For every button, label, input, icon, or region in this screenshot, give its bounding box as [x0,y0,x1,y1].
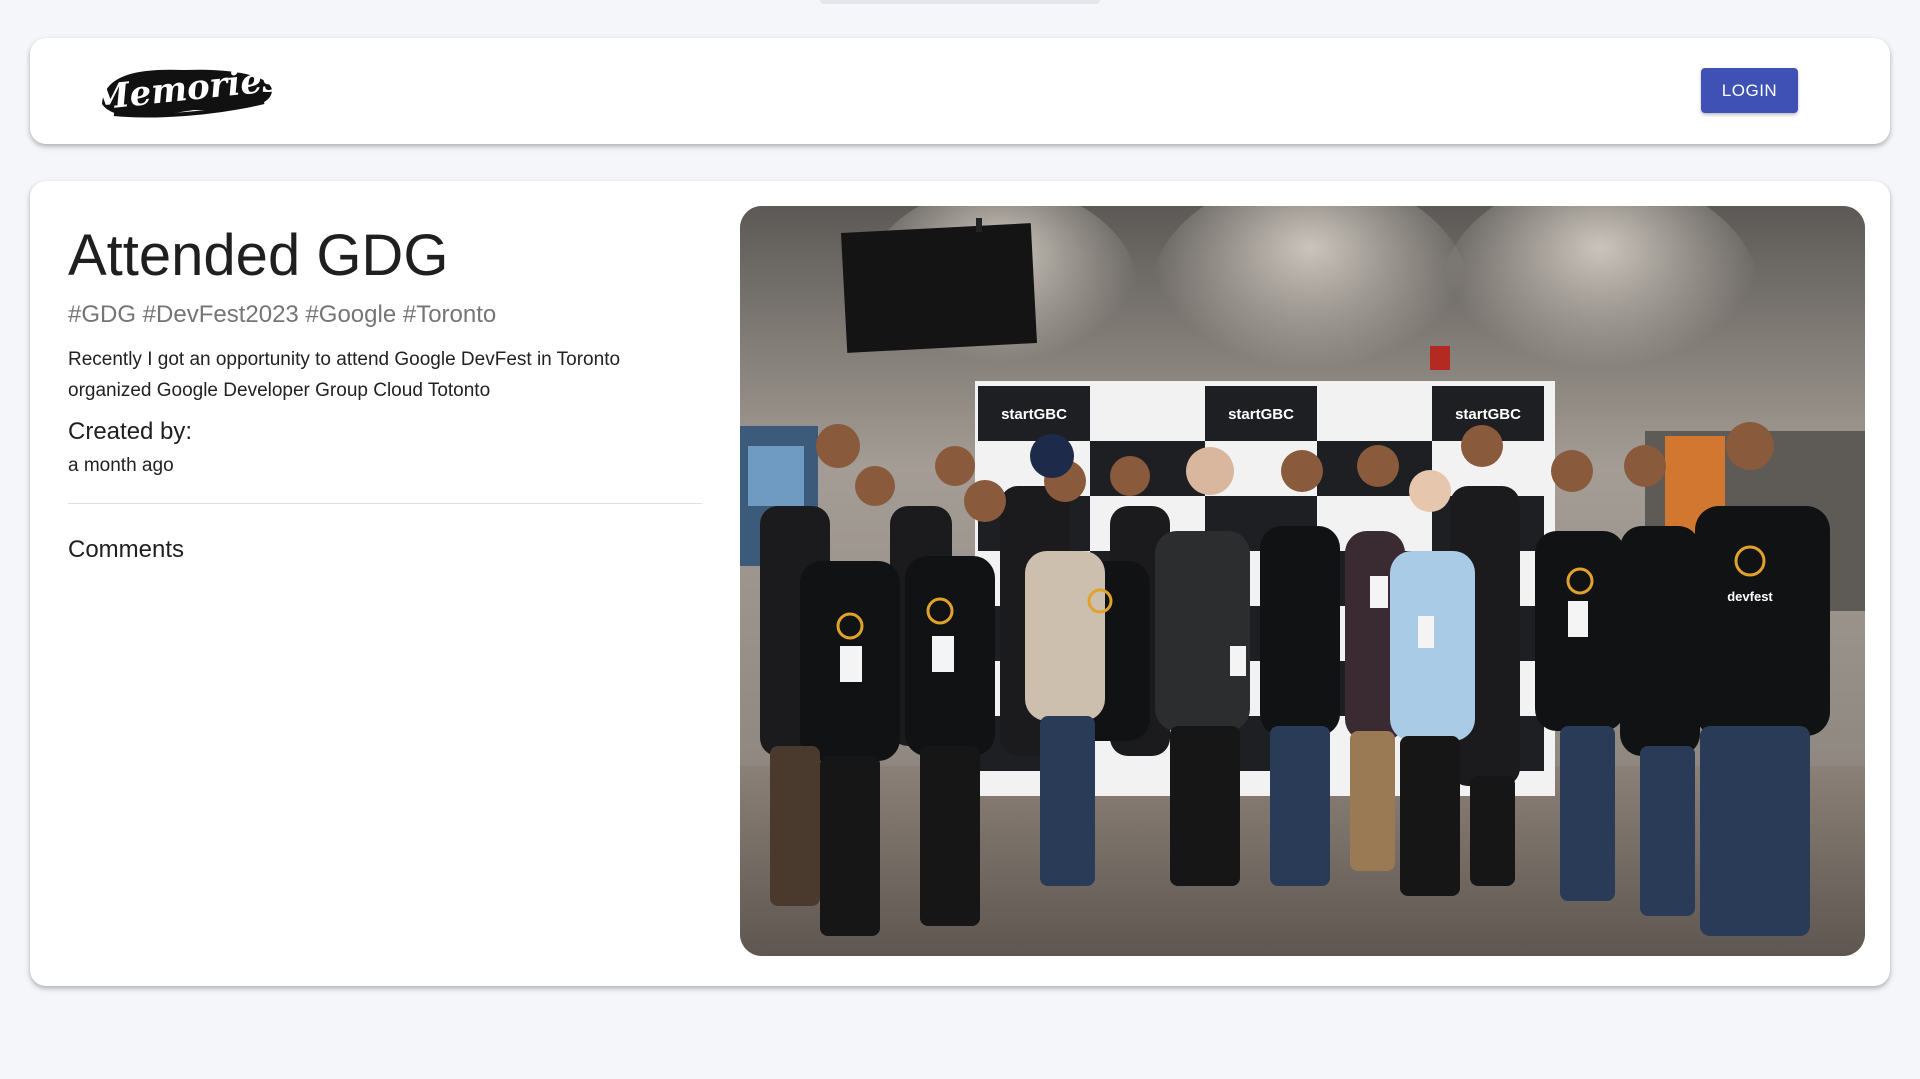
comments-heading: Comments [68,535,185,563]
created-time: a month ago [68,455,174,477]
post-image: startGBC startGBC startGBC devfest [740,206,1865,956]
app-bar: Memories LOGIN [30,38,1890,144]
top-edge-bar [820,0,1100,4]
post-details: Attended GDG #GDG #DevFest2023 #Google #… [68,221,702,564]
divider [68,502,702,504]
svg-text:devfest: devfest [1727,589,1773,604]
created-by-label: Created by: [68,418,193,446]
svg-text:startGBC: startGBC [1455,406,1521,423]
post-message: Recently I got an opportunity to attend … [68,349,621,401]
post-tags: #GDG #DevFest2023 #Google #Toronto [68,300,497,328]
tv-screen [840,223,1038,353]
svg-text:startGBC: startGBC [1228,406,1294,423]
svg-text:startGBC: startGBC [1001,406,1067,423]
memories-logo[interactable]: Memories [89,54,283,126]
login-button[interactable]: LOGIN [1701,68,1798,113]
post-title: Attended GDG [68,223,449,288]
post-detail-card: Attended GDG #GDG #DevFest2023 #Google #… [30,181,1890,986]
fire-alarm [1430,346,1450,370]
